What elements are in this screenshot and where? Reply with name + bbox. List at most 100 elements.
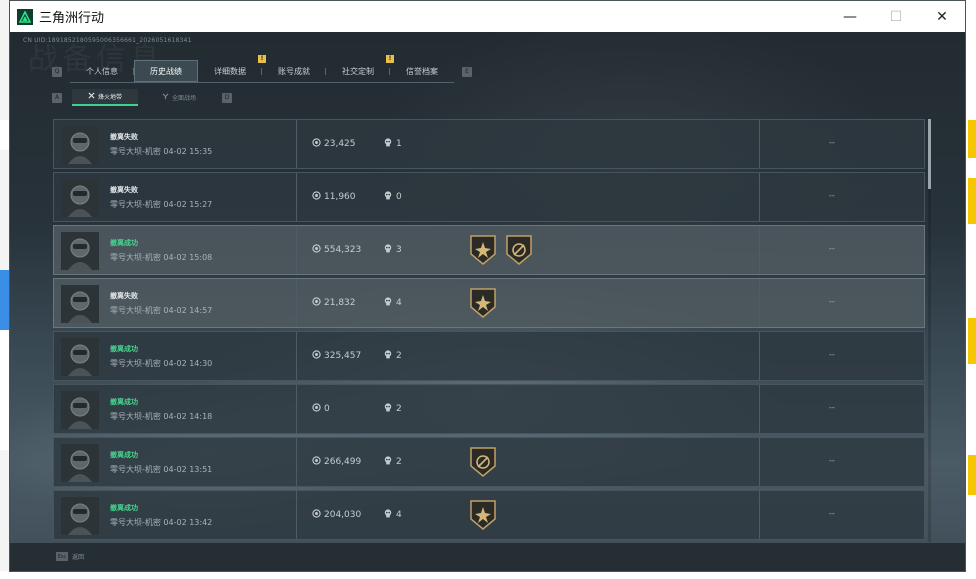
money-amount: 0 (324, 404, 330, 414)
operator-avatar (61, 179, 99, 217)
tab-label: 社交定制 (342, 66, 374, 76)
kill-number: 1 (396, 139, 402, 149)
match-record-row[interactable]: 撤离成功 零号大坝-机密 04-02 14:18 0 2 -- (53, 384, 925, 434)
column-divider (296, 226, 297, 274)
match-record-row[interactable]: 撤离失败 零号大坝-机密 04-02 15:35 23,425 1 -- (53, 119, 925, 169)
operator-avatar (61, 497, 99, 535)
match-record-row[interactable]: 撤离成功 零号大坝-机密 04-02 13:51 266,499 2 -- (53, 437, 925, 487)
operator-avatar (61, 126, 99, 164)
tab-profile[interactable]: 个人信息 (70, 60, 134, 82)
skull-icon (384, 350, 392, 362)
map-and-time: 零号大坝-机密 04-02 13:42 (110, 518, 213, 527)
coin-icon (312, 403, 321, 415)
operations-icon (88, 92, 95, 101)
kill-count: 2 (384, 350, 402, 362)
tab-label: 信誉档案 (406, 66, 438, 76)
column-divider (759, 173, 760, 221)
medal-list (469, 234, 533, 270)
money-amount: 266,499 (324, 457, 362, 467)
money-value: 266,499 (312, 456, 361, 468)
extraction-result: 撤离成功 (110, 451, 138, 459)
extra-info: -- (829, 403, 835, 412)
operator-avatar (61, 338, 99, 376)
desktop-bottom-edge (0, 571, 976, 579)
match-record-row[interactable]: 撤离失败 零号大坝-机密 04-02 15:27 11,960 0 -- (53, 172, 925, 222)
skull-icon (384, 297, 392, 309)
column-divider (296, 173, 297, 221)
kill-number: 2 (396, 351, 402, 361)
next-subtab-key[interactable]: D (222, 92, 232, 103)
operator-avatar (61, 285, 99, 323)
extra-info: -- (829, 509, 835, 518)
skull-icon (384, 509, 392, 521)
kill-count: 0 (384, 191, 402, 203)
prev-tab-key[interactable]: Q (52, 66, 62, 77)
match-record-row[interactable]: 撤离失败 零号大坝-机密 04-02 14:57 21,832 4 -- (53, 278, 925, 328)
operator-avatar (61, 232, 99, 270)
scrollbar-thumb[interactable] (928, 119, 931, 189)
extra-info: -- (829, 350, 835, 359)
map-and-time: 零号大坝-机密 04-02 14:57 (110, 306, 213, 315)
close-button[interactable]: ✕ (919, 1, 965, 32)
tab-history[interactable]: 历史战绩 (134, 60, 198, 82)
medal-list (469, 499, 497, 535)
column-divider (296, 120, 297, 168)
money-value: 23,425 (312, 138, 356, 150)
tab-social[interactable]: 社交定制! (326, 55, 394, 82)
kill-number: 0 (396, 192, 402, 202)
operator-avatar (61, 391, 99, 429)
list-scrollbar[interactable] (928, 119, 931, 542)
kill-count: 2 (384, 403, 402, 415)
tab-detailed-data[interactable]: 详细数据! (198, 55, 266, 82)
prev-subtab-key[interactable]: A (52, 92, 62, 103)
tab-reputation[interactable]: 信誉档案 (390, 60, 454, 82)
skull-icon (384, 138, 392, 150)
kill-number: 3 (396, 245, 402, 255)
extra-info: -- (829, 297, 835, 306)
skull-icon (384, 456, 392, 468)
extraction-result: 撤离成功 (110, 398, 138, 406)
extraction-result: 撤离失败 (110, 186, 138, 194)
extra-info: -- (829, 138, 835, 147)
kill-number: 2 (396, 404, 402, 414)
maximize-button[interactable]: ☐ (873, 1, 919, 32)
coin-icon (312, 138, 321, 150)
kill-number: 4 (396, 510, 402, 520)
skull-icon (384, 403, 392, 415)
column-divider (296, 385, 297, 433)
coin-icon (312, 456, 321, 468)
money-amount: 11,960 (324, 192, 356, 202)
extraction-result: 撤离失败 (110, 292, 138, 300)
minimize-button[interactable]: — (827, 1, 873, 32)
match-record-row[interactable]: 撤离成功 零号大坝-机密 04-02 15:08 554,323 3 -- (53, 225, 925, 275)
column-divider (759, 438, 760, 486)
column-divider (759, 385, 760, 433)
extra-info: -- (829, 191, 835, 200)
money-amount: 204,030 (324, 510, 362, 520)
subtab-label: 全面战场 (171, 95, 196, 102)
kill-count: 4 (384, 509, 402, 521)
esc-key: Esc (56, 552, 68, 561)
match-record-row[interactable]: 撤离成功 零号大坝-机密 04-02 14:30 325,457 2 -- (53, 331, 925, 381)
player-uid: CN UID:1891852180595006356661_2026051618… (23, 37, 192, 44)
extraction-result: 撤离失败 (110, 133, 138, 141)
main-content: 战备信息 CN UID:1891852180595006356661_20260… (10, 32, 965, 571)
match-record-row[interactable]: 撤离成功 零号大坝-机密 04-02 13:42 204,030 4 -- (53, 490, 925, 540)
star-medal-icon (469, 499, 497, 535)
column-divider (296, 438, 297, 486)
column-divider (759, 279, 760, 327)
back-button[interactable]: Esc 返回 (56, 552, 84, 561)
extraction-result: 撤离成功 (110, 345, 138, 353)
next-tab-key[interactable]: E (462, 66, 472, 77)
subtab-warfare[interactable]: 全面战场 (146, 89, 212, 106)
match-history-list: 撤离失败 零号大坝-机密 04-02 15:35 23,425 1 -- 撤离失败 零号大坝… (53, 119, 933, 542)
back-label: 返回 (72, 554, 85, 561)
map-and-time: 零号大坝-机密 04-02 15:08 (110, 253, 213, 262)
subtab-operations[interactable]: 烽火地带 (72, 89, 138, 106)
tab-label: 详细数据 (214, 66, 246, 76)
tab-achievements[interactable]: 账号成就 (262, 60, 326, 82)
coin-icon (312, 350, 321, 362)
coin-icon (312, 509, 321, 521)
money-value: 325,457 (312, 350, 361, 362)
main-tabs: Q 个人信息 历史战绩 详细数据! 账号成就 社交定制! 信誉档案 E (52, 55, 472, 83)
